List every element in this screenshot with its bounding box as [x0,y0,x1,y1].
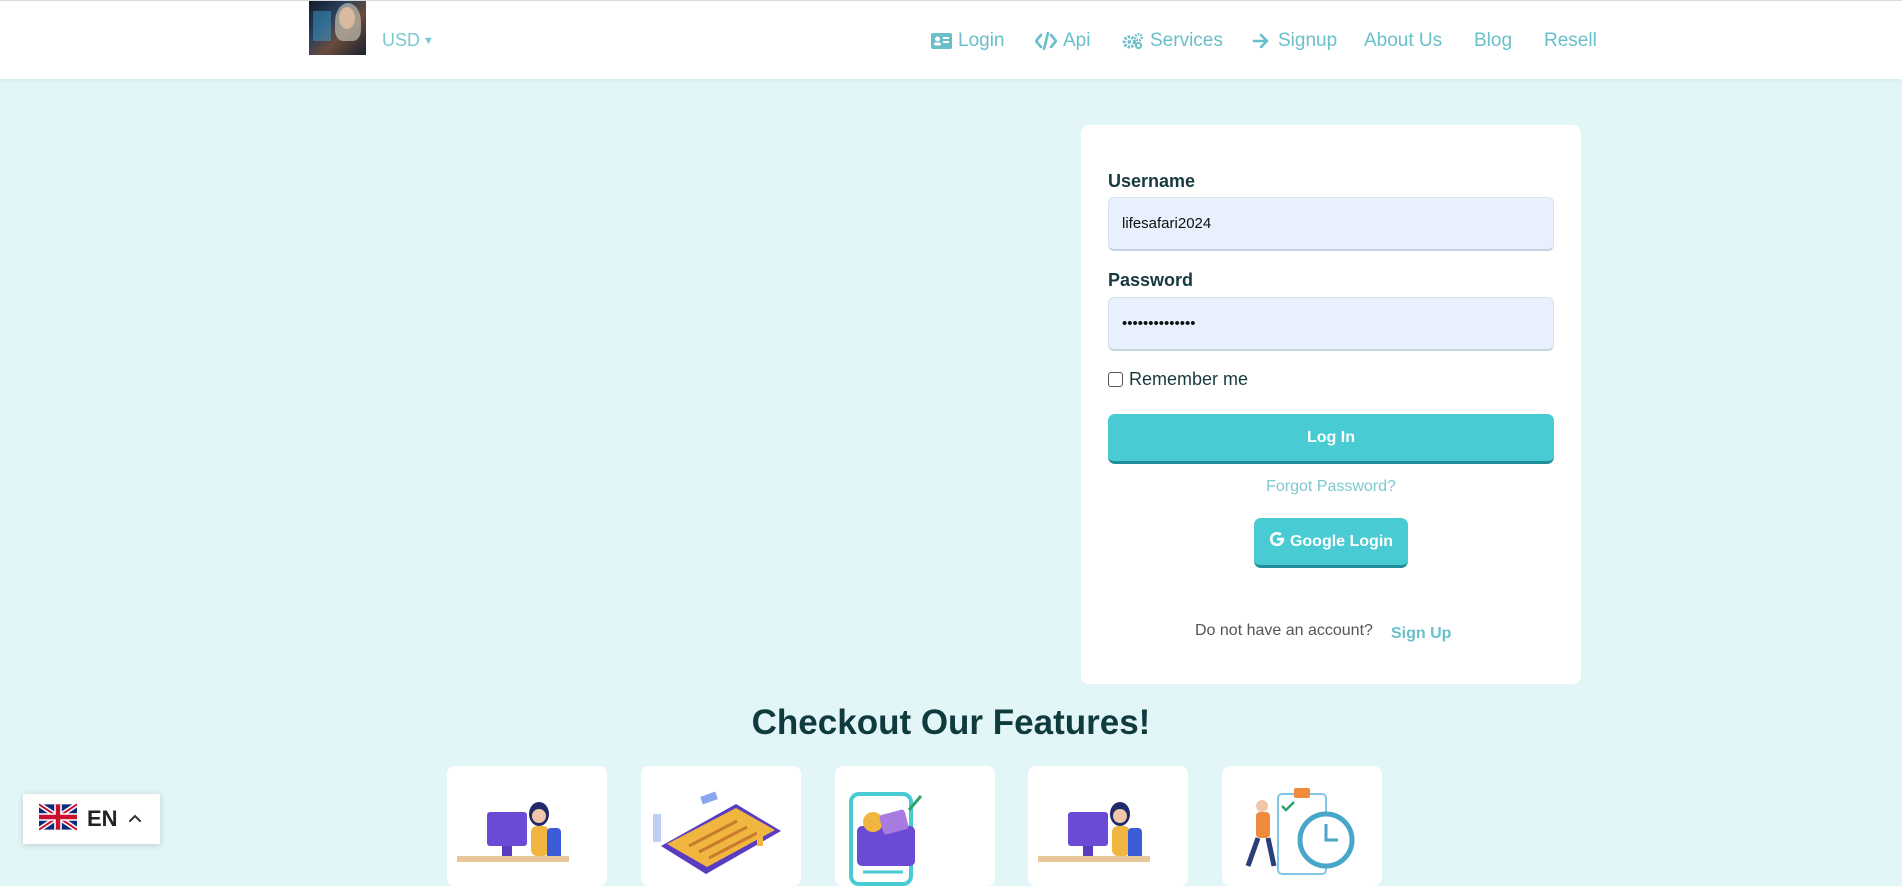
remember-me-label[interactable]: Remember me [1129,369,1248,390]
feature-card[interactable] [447,766,607,886]
login-button[interactable]: Log In [1108,414,1554,464]
nav-services-label: Services [1150,30,1223,51]
remember-me-checkbox[interactable] [1108,372,1123,387]
arrow-right-icon [1250,31,1272,51]
google-login-button[interactable]: Google Login [1254,518,1408,568]
currency-label: USD [382,30,421,50]
nav-blog-label: Blog [1474,30,1513,51]
nav-login-label: Login [958,30,1005,51]
feature-card[interactable] [835,766,995,886]
nav-about-label: About Us [1364,30,1443,51]
top-navbar: USD ▼ Login Api Services Signup About Us… [0,0,1902,79]
username-label: Username [1108,171,1196,191]
language-code: EN [87,806,118,831]
features-heading: Checkout Our Features! [751,703,1151,742]
forgot-password-link[interactable]: Forgot Password? [1081,478,1581,496]
mobile-wallet-illustration [849,792,923,886]
password-label: Password [1108,270,1194,290]
username-input[interactable]: lifesafari2024 [1108,197,1554,251]
phone-checklist-illustration [653,791,781,874]
nav-api-label: Api [1063,30,1091,51]
gears-icon [1122,31,1144,51]
nav-login[interactable]: Login [930,30,1005,52]
caret-down-icon: ▼ [423,35,434,47]
signup-link[interactable]: Sign Up [1391,625,1451,643]
nav-signup-label: Signup [1278,30,1338,51]
id-card-icon [930,31,952,51]
uk-flag-icon [37,801,79,836]
code-icon [1035,31,1057,51]
password-value: •••••••••••••• [1122,315,1196,332]
remember-me-row: Remember me [1108,369,1248,390]
currency-dropdown[interactable]: USD ▼ [382,30,434,51]
nav-api[interactable]: Api [1035,30,1090,52]
site-logo[interactable] [309,1,366,55]
person-at-computer-illustration [1038,802,1150,862]
feature-card[interactable] [641,766,801,886]
language-switcher[interactable]: EN [23,794,160,844]
login-card: Username lifesafari2024 Password •••••••… [1081,125,1581,684]
chevron-up-icon [128,810,142,828]
no-account-text: Do not have an account? [1195,622,1373,639]
feature-card[interactable] [1028,766,1188,886]
nav-resell-label: Resell [1544,30,1597,51]
nav-resell[interactable]: Resell [1544,30,1597,52]
nav-services[interactable]: Services [1122,30,1223,52]
clock-schedule-illustration [1245,788,1355,875]
google-icon [1269,531,1285,552]
google-login-label: Google Login [1289,532,1394,550]
nav-signup[interactable]: Signup [1250,30,1337,52]
nav-about-us[interactable]: About Us [1364,30,1442,52]
feature-card[interactable] [1222,766,1382,886]
nav-blog[interactable]: Blog [1474,30,1512,52]
password-input[interactable]: •••••••••••••• [1108,297,1554,351]
username-value: lifesafari2024 [1122,215,1212,232]
person-at-computer-illustration [457,802,569,862]
